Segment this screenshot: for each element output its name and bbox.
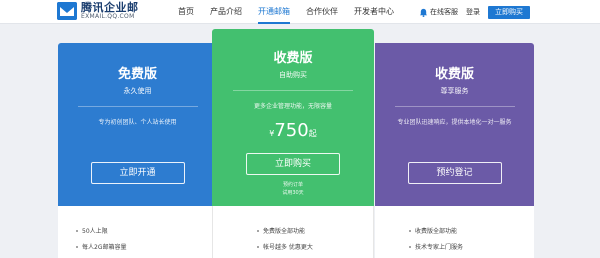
bullet-icon bbox=[409, 230, 411, 232]
nav-partners[interactable]: 合作伙伴 bbox=[298, 0, 346, 24]
main-nav: 首页 产品介绍 开通邮箱 合作伙伴 开发者中心 bbox=[170, 0, 402, 24]
bullet-icon bbox=[409, 246, 411, 248]
feature-text: 50人上限 bbox=[82, 226, 108, 235]
plan-paid-price: ¥750起 bbox=[212, 120, 374, 141]
plan-free-desc: 专为初创团队、个人站长使用 bbox=[58, 117, 217, 126]
feature-text: 帐号越多 优惠更大 bbox=[263, 242, 313, 251]
divider bbox=[78, 106, 198, 107]
bullet-icon bbox=[257, 230, 259, 232]
list-item: 技术专家上门服务 bbox=[409, 242, 463, 251]
service-icon bbox=[419, 8, 428, 17]
logo[interactable]: 腾讯企业邮 EXMAIL.QQ.COM bbox=[57, 2, 139, 20]
list-item: 免费版全部功能 bbox=[257, 226, 305, 235]
nav-developer[interactable]: 开发者中心 bbox=[346, 0, 402, 24]
feature-text: 收费版全部功能 bbox=[415, 226, 457, 235]
open-free-button[interactable]: 立即开通 bbox=[91, 162, 185, 184]
logo-domain: EXMAIL.QQ.COM bbox=[81, 14, 139, 20]
feature-text: 每人2G邮箱容量 bbox=[82, 242, 126, 251]
plan-free-title: 免费版 bbox=[58, 63, 217, 82]
buy-now-button[interactable]: 立即购买 bbox=[246, 153, 340, 175]
plan-paid-subtitle: 自助购买 bbox=[212, 70, 374, 80]
price-value: 750 bbox=[274, 120, 308, 141]
plan-vip-desc: 专业团队迅速响应，提供本地化一对一服务 bbox=[375, 117, 534, 126]
nav-home[interactable]: 首页 bbox=[170, 0, 202, 24]
online-service-link[interactable]: 在线客服 bbox=[419, 7, 458, 17]
bullet-icon bbox=[76, 230, 78, 232]
bullet-icon bbox=[76, 246, 78, 248]
plan-free-subtitle: 永久使用 bbox=[58, 86, 217, 96]
plan-paid-title: 收费版 bbox=[212, 47, 374, 66]
plan-free-features: 50人上限 每人2G邮箱容量 bbox=[58, 206, 212, 258]
login-link[interactable]: 登录 bbox=[466, 7, 480, 17]
plan-paid-desc: 更多企业管理功能，无限容量 bbox=[212, 101, 374, 110]
feature-text: 技术专家上门服务 bbox=[415, 242, 463, 251]
plan-vip-title: 收费版 bbox=[375, 63, 534, 82]
plan-vip-features: 收费版全部功能 技术专家上门服务 bbox=[375, 206, 534, 258]
plan-paid-features: 免费版全部功能 帐号越多 优惠更大 bbox=[212, 206, 374, 258]
price-suffix: 起 bbox=[309, 129, 317, 138]
list-item: 帐号越多 优惠更大 bbox=[257, 242, 313, 251]
divider bbox=[395, 106, 515, 107]
plan-free-card: 免费版 永久使用 专为初创团队、个人站长使用 立即开通 bbox=[58, 43, 217, 206]
top-header: 腾讯企业邮 EXMAIL.QQ.COM 首页 产品介绍 开通邮箱 合作伙伴 开发… bbox=[0, 0, 600, 24]
buy-now-header-button[interactable]: 立即购买 bbox=[488, 6, 530, 19]
bullet-icon bbox=[257, 246, 259, 248]
plan-vip-card: 收费版 尊享服务 专业团队迅速响应，提供本地化一对一服务 预约登记 bbox=[375, 43, 534, 206]
nav-open-mailbox[interactable]: 开通邮箱 bbox=[250, 0, 298, 24]
reserve-order-link[interactable]: 预约订单 bbox=[212, 181, 374, 188]
logo-title: 腾讯企业邮 bbox=[81, 2, 139, 13]
mail-logo-icon bbox=[57, 2, 77, 20]
plan-paid-card: 收费版 自助购买 更多企业管理功能，无限容量 ¥750起 立即购买 预约订单 试… bbox=[212, 29, 374, 206]
nav-product[interactable]: 产品介绍 bbox=[202, 0, 250, 24]
list-item: 收费版全部功能 bbox=[409, 226, 457, 235]
service-label: 在线客服 bbox=[430, 7, 458, 17]
divider bbox=[233, 90, 353, 91]
plan-vip-subtitle: 尊享服务 bbox=[375, 86, 534, 96]
list-item: 每人2G邮箱容量 bbox=[76, 242, 126, 251]
trial-note: 试用30天 bbox=[212, 189, 374, 196]
feature-text: 免费版全部功能 bbox=[263, 226, 305, 235]
reserve-register-button[interactable]: 预约登记 bbox=[408, 162, 502, 184]
list-item: 50人上限 bbox=[76, 226, 108, 235]
